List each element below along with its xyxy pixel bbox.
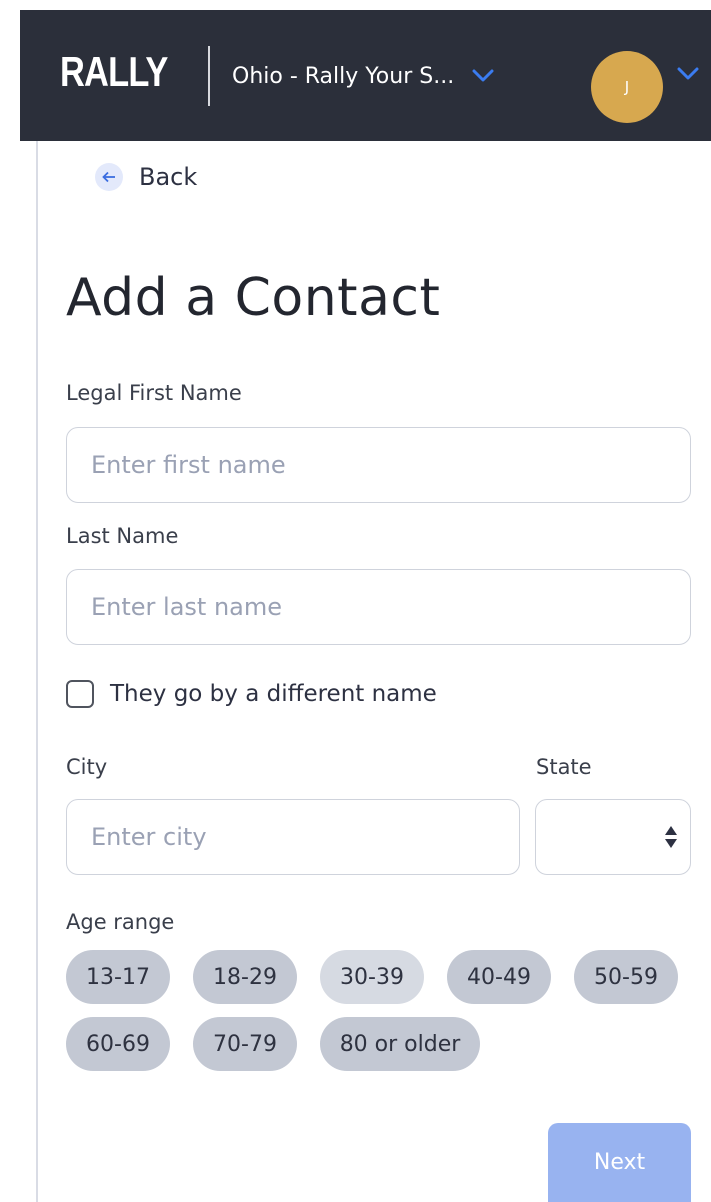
back-link[interactable]: Back bbox=[95, 163, 197, 191]
state-select[interactable] bbox=[535, 799, 691, 875]
different-name-checkbox[interactable]: They go by a different name bbox=[66, 680, 437, 708]
checkbox-unchecked-icon[interactable] bbox=[66, 680, 94, 708]
age-chip-60-69[interactable]: 60-69 bbox=[66, 1017, 170, 1071]
org-name: Ohio - Rally Your S... bbox=[232, 63, 455, 89]
age-range-label: Age range bbox=[66, 910, 175, 934]
sort-arrows-icon bbox=[664, 824, 678, 854]
top-strip bbox=[0, 0, 711, 10]
age-chip-30-39[interactable]: 30-39 bbox=[320, 950, 424, 1004]
last-name-input[interactable] bbox=[66, 569, 691, 645]
age-chip-40-49[interactable]: 40-49 bbox=[447, 950, 551, 1004]
city-label: City bbox=[66, 755, 108, 779]
arrow-left-icon bbox=[95, 163, 123, 191]
next-button[interactable]: Next bbox=[548, 1123, 691, 1202]
last-name-label: Last Name bbox=[66, 524, 179, 548]
first-name-label: Legal First Name bbox=[66, 381, 242, 405]
city-input[interactable] bbox=[66, 799, 520, 875]
avatar-initial: J bbox=[624, 78, 630, 96]
user-avatar[interactable]: J bbox=[591, 51, 663, 123]
first-name-input[interactable] bbox=[66, 427, 691, 503]
header-divider bbox=[208, 46, 210, 106]
different-name-label: They go by a different name bbox=[110, 681, 437, 707]
app-header: RALLY Ohio - Rally Your S... J bbox=[20, 10, 711, 141]
rally-logo[interactable]: RALLY bbox=[60, 48, 168, 96]
page-title: Add a Contact bbox=[66, 268, 441, 328]
age-chip-13-17[interactable]: 13-17 bbox=[66, 950, 170, 1004]
state-label: State bbox=[536, 755, 592, 779]
left-rail-divider bbox=[36, 141, 38, 1202]
age-chip-50-59[interactable]: 50-59 bbox=[574, 950, 678, 1004]
age-chip-70-79[interactable]: 70-79 bbox=[193, 1017, 297, 1071]
back-label: Back bbox=[139, 163, 198, 191]
chevron-down-icon bbox=[472, 64, 494, 89]
chevron-down-icon[interactable] bbox=[677, 66, 699, 85]
age-chip-18-29[interactable]: 18-29 bbox=[193, 950, 297, 1004]
age-chip-80-or-older[interactable]: 80 or older bbox=[320, 1017, 480, 1071]
org-switcher[interactable]: Ohio - Rally Your S... bbox=[232, 54, 494, 98]
